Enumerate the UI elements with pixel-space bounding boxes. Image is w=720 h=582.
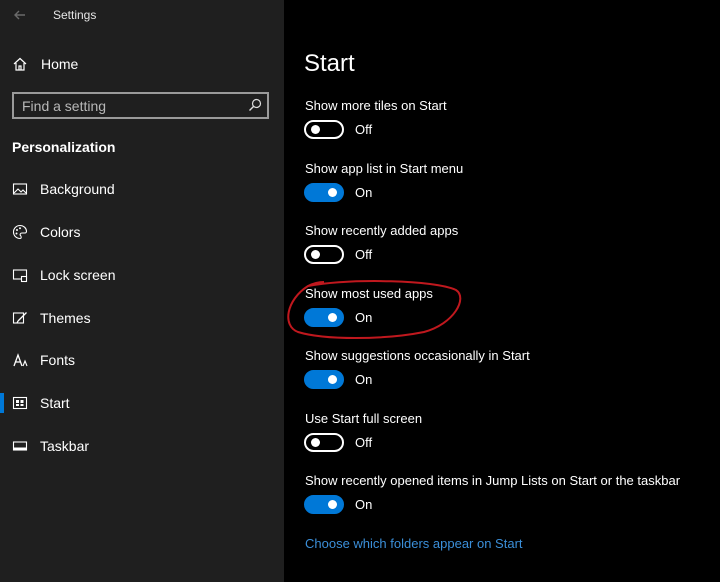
sidebar-item-label: Lock screen [40,267,116,283]
toggle-knob [311,438,320,447]
lock-screen-icon [12,267,28,283]
main-content: Start Show more tiles on Start Off Show … [284,0,720,582]
start-icon [12,395,28,411]
back-arrow-icon[interactable] [10,6,30,24]
home-icon [12,56,28,72]
sidebar-item-label: Taskbar [40,438,90,454]
sidebar-item-label: Fonts [40,352,76,368]
toggle-switch[interactable] [304,370,344,389]
taskbar-icon [12,438,28,454]
sidebar-item-label: Home [41,56,79,72]
sidebar: Settings Home Personalization [0,0,284,582]
sidebar-item-label: Colors [40,224,81,240]
toggle-state-text: Off [355,247,373,262]
title-bar: Settings [0,0,284,30]
sidebar-item-label: Background [40,181,115,197]
sidebar-item-home[interactable]: Home [0,50,284,78]
toggle-state-text: On [355,185,373,200]
sidebar-item-lock-screen[interactable]: Lock screen [0,259,284,291]
toggle-state-text: On [355,372,373,387]
setting-label: Show recently added apps [305,223,459,238]
sidebar-item-fonts[interactable]: Fonts [0,344,284,376]
setting-label: Show most used apps [305,286,433,301]
picture-icon [12,181,28,197]
toggle-knob [311,125,320,134]
search-input[interactable] [14,94,234,117]
toggle-knob [311,250,320,259]
setting-label: Show recently opened items in Jump Lists… [305,473,681,488]
window-title: Settings [53,8,97,22]
setting-label: Use Start full screen [305,411,423,426]
setting-show-recently-added: Show recently added apps Off [304,223,704,273]
toggle-state-text: Off [355,435,373,450]
choose-folders-link[interactable]: Choose which folders appear on Start [305,536,523,551]
setting-show-most-used: Show most used apps On [304,286,704,336]
toggle-state-text: On [355,497,373,512]
toggle-knob [328,313,337,322]
fonts-icon [12,352,28,368]
section-heading: Personalization [12,139,116,155]
toggle-switch[interactable] [304,308,344,327]
sidebar-item-start[interactable]: Start [0,387,284,419]
palette-icon [12,224,28,240]
sidebar-item-background[interactable]: Background [0,173,284,205]
toggle-knob [328,375,337,384]
setting-show-suggestions: Show suggestions occasionally in Start O… [304,348,704,398]
selected-indicator [0,393,4,413]
toggle-knob [328,500,337,509]
toggle-knob [328,188,337,197]
sidebar-item-taskbar[interactable]: Taskbar [0,430,284,462]
sidebar-item-label: Themes [40,310,91,326]
toggle-switch[interactable] [304,433,344,452]
toggle-state-text: Off [355,122,373,137]
search-icon[interactable] [247,97,263,113]
page-title: Start [304,50,355,77]
setting-show-jump-lists: Show recently opened items in Jump Lists… [304,473,704,523]
toggle-switch[interactable] [304,495,344,514]
setting-show-more-tiles: Show more tiles on Start Off [304,98,704,148]
toggle-switch[interactable] [304,183,344,202]
setting-use-start-full-screen: Use Start full screen Off [304,411,704,461]
settings-window: Settings Home Personalization [0,0,720,582]
sidebar-item-colors[interactable]: Colors [0,216,284,248]
themes-icon [12,310,28,326]
setting-label: Show more tiles on Start [305,98,447,113]
toggle-state-text: On [355,310,373,325]
sidebar-item-themes[interactable]: Themes [0,302,284,334]
setting-label: Show app list in Start menu [305,161,464,176]
setting-label: Show suggestions occasionally in Start [305,348,530,363]
toggle-switch[interactable] [304,120,344,139]
search-box [12,92,269,119]
setting-show-app-list: Show app list in Start menu On [304,161,704,211]
sidebar-item-label: Start [40,395,70,411]
toggle-switch[interactable] [304,245,344,264]
